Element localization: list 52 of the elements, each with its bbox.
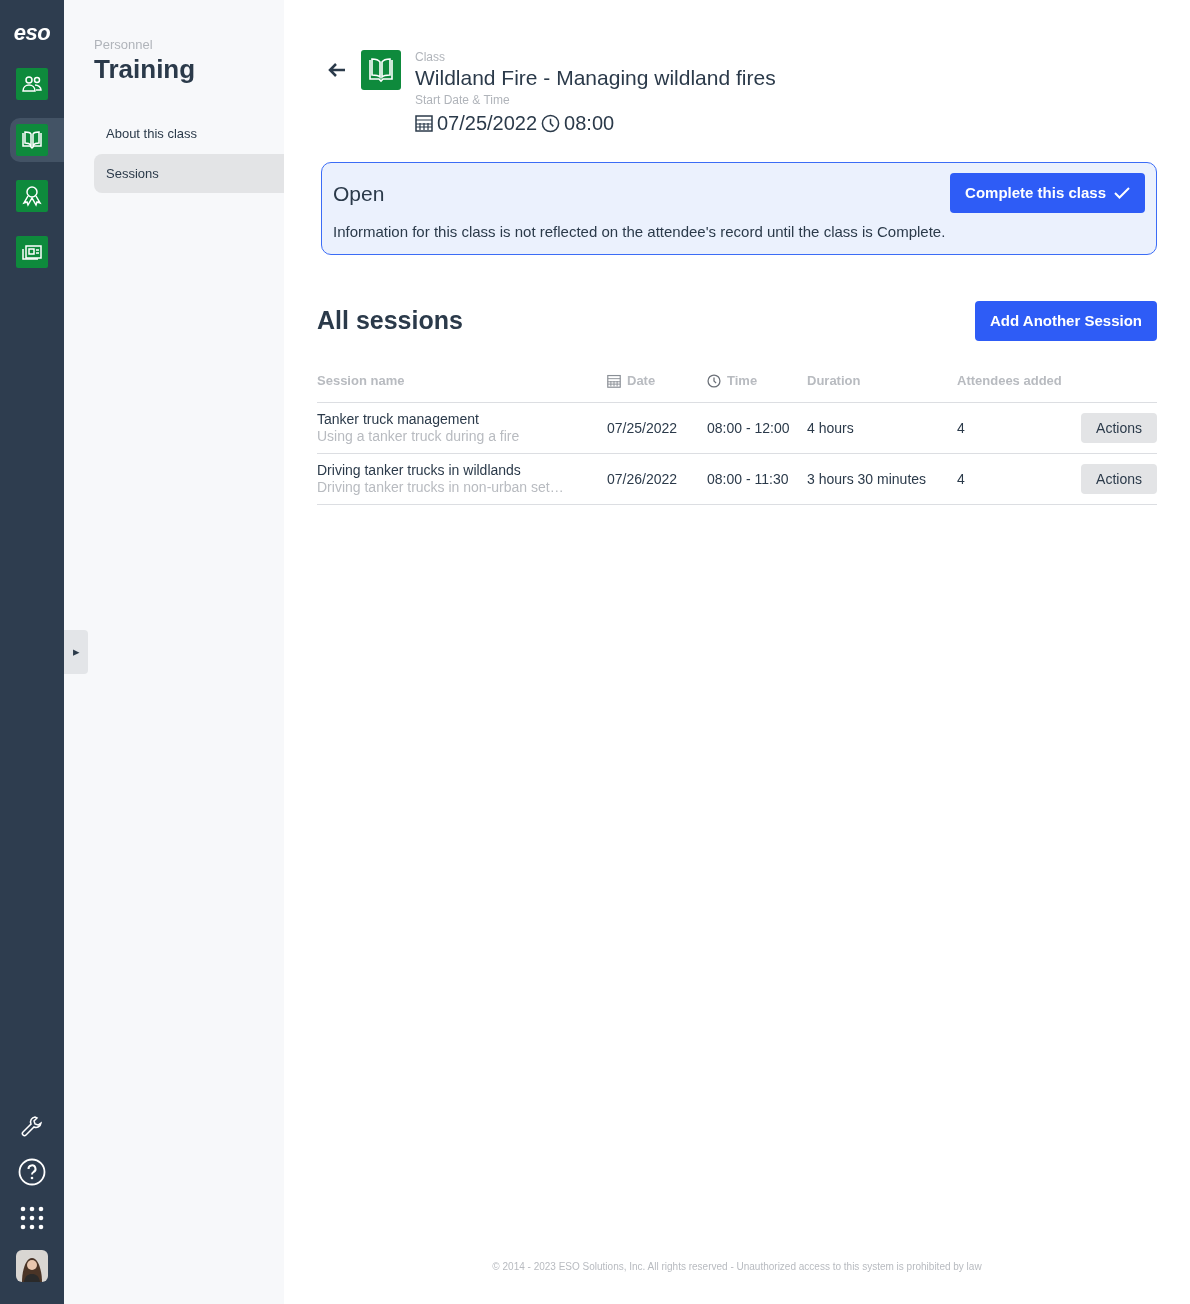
copyright-footer: © 2014 - 2023 ESO Solutions, Inc. All rights reserved - Unauthorized access to this system is prohibited by law [317,1259,1157,1274]
session-date: 07/25/2022 [607,420,678,437]
apps-grid-icon[interactable] [20,1206,44,1230]
session-name: Tanker truck management [317,410,480,429]
column-header: Duration [807,371,861,390]
sidebar-title: Training [94,53,197,86]
session-duration: 3 hours 30 minutes [807,471,927,488]
add-session-button[interactable]: Add Another Session [975,300,1157,341]
sidebar-nav-item[interactable]: Sessions [94,153,284,193]
start-date: 07/25/2022 [437,111,538,137]
actions-button[interactable]: Actions [1081,464,1157,495]
book-icon[interactable] [16,124,48,156]
award-icon[interactable] [16,180,48,212]
start-time: 08:00 [564,111,615,137]
news-icon[interactable] [16,236,48,268]
actions-button[interactable]: Actions [1081,413,1157,444]
check-icon [1114,187,1130,200]
column-header: Attendees added [957,371,1062,390]
people-icon[interactable] [16,68,48,100]
session-description: Driving tanker trucks in non-urban set… [317,479,565,497]
wrench-icon[interactable] [20,1114,44,1138]
start-date-label: Start Date & Time [415,93,511,109]
session-description: Using a tanker truck during a fire [317,428,521,446]
column-header: Date [627,371,656,390]
attendee-count: 4 [957,420,965,437]
logo: eso [13,22,51,44]
avatar-icon[interactable] [16,1250,48,1282]
column-header: Session name [317,371,405,390]
session-time: 08:00 - 12:00 [707,420,790,437]
back-arrow-icon[interactable] [327,62,347,78]
class-title: Wildland Fire - Managing wildland fires [415,65,776,91]
status-title: Open [333,180,385,207]
status-message: Information for this class is not reflected on the attendee's record until the class is Complete. [333,222,947,243]
column-header: Time [727,371,758,390]
calendar-icon [607,373,621,388]
attendee-count: 4 [957,471,965,488]
book-icon [361,50,401,90]
clock-icon [707,373,721,388]
rail-nav-item[interactable] [10,118,64,162]
sidebar-nav-item[interactable]: About this class [94,113,284,153]
session-date: 07/26/2022 [607,471,678,488]
session-time: 08:00 - 11:30 [707,471,789,488]
complete-class-button[interactable]: Complete this class [950,173,1145,214]
session-duration: 4 hours [807,420,854,437]
section-title: All sessions [317,305,463,336]
class-label: Class [415,50,446,65]
help-icon[interactable] [18,1158,46,1186]
clock-icon [541,113,561,133]
calendar-icon [415,114,433,133]
expand-handle[interactable]: ▸ [64,630,88,674]
session-name: Driving tanker trucks in wildlands [317,461,522,480]
sidebar-eyebrow: Personnel [94,37,154,54]
